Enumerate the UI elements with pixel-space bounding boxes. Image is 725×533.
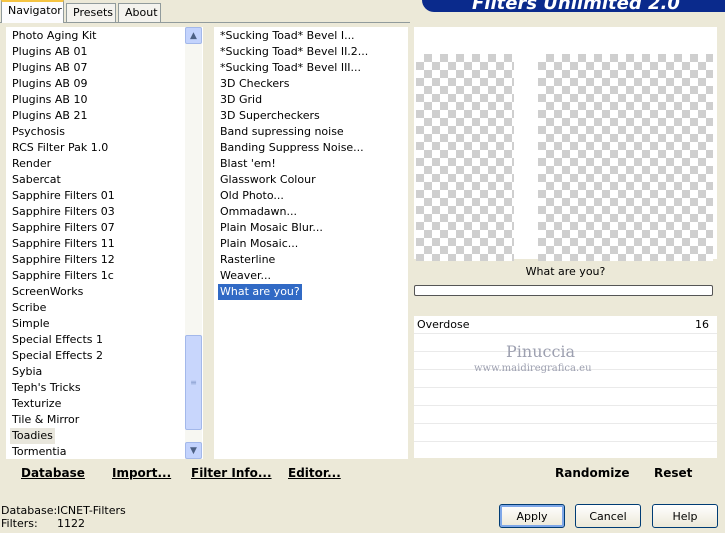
- category-list[interactable]: Photo Aging Kit Plugins AB 01 Plugins AB 0…: [6, 27, 203, 459]
- category-item[interactable]: Sapphire Filters 07: [12, 220, 115, 236]
- database-value: ICNET-Filters: [57, 504, 126, 517]
- filter-item[interactable]: 3D Supercheckers: [220, 108, 320, 124]
- parameter-label: Overdose: [417, 318, 470, 331]
- category-item[interactable]: RCS Filter Pak 1.0: [12, 140, 108, 156]
- category-item[interactable]: Plugins AB 10: [12, 92, 87, 108]
- category-item[interactable]: Tile & Mirror: [12, 412, 79, 428]
- parameter-area: Overdose 16 Pinuccia www.maidiregrafica.…: [414, 316, 717, 458]
- apply-button[interactable]: Apply: [499, 504, 565, 528]
- chevron-down-icon: ▼: [190, 445, 197, 456]
- category-item[interactable]: Texturize: [12, 396, 61, 412]
- category-item[interactable]: Simple: [12, 316, 50, 332]
- watermark-url: www.maidiregrafica.eu: [474, 363, 592, 374]
- category-item[interactable]: Sapphire Filters 03: [12, 204, 115, 220]
- parameter-row-empty: [414, 388, 717, 406]
- category-item[interactable]: Sapphire Filters 12: [12, 252, 115, 268]
- database-button[interactable]: Database: [21, 466, 85, 480]
- category-scrollbar[interactable]: ▲ ≡ ▼: [185, 27, 202, 459]
- filter-item[interactable]: Blast 'em!: [220, 156, 276, 172]
- parameter-row[interactable]: Overdose 16: [414, 316, 717, 334]
- app-title: Filters Unlimited 2.0: [472, 0, 680, 12]
- cancel-button[interactable]: Cancel: [575, 504, 641, 528]
- filter-item[interactable]: Weaver...: [220, 268, 271, 284]
- category-item[interactable]: Plugins AB 09: [12, 76, 87, 92]
- filter-item[interactable]: What are you?: [218, 284, 302, 300]
- filter-list[interactable]: *Sucking Toad* Bevel I... *Sucking Toad* …: [214, 27, 408, 459]
- category-item[interactable]: Plugins AB 07: [12, 60, 87, 76]
- filter-info-button[interactable]: Filter Info...: [191, 466, 272, 480]
- chevron-up-icon: ▲: [190, 30, 197, 41]
- category-item[interactable]: Special Effects 1: [12, 332, 103, 348]
- preview-result: [538, 54, 713, 261]
- category-item[interactable]: Plugins AB 01: [12, 44, 87, 60]
- category-item[interactable]: Toadies: [10, 428, 55, 444]
- category-item[interactable]: ScreenWorks: [12, 284, 83, 300]
- preview-pane: [414, 27, 717, 261]
- tab-presets[interactable]: Presets: [66, 3, 116, 22]
- filter-item[interactable]: *Sucking Toad* Bevel II.2...: [220, 44, 368, 60]
- parameter-row-empty: [414, 424, 717, 442]
- progress-bar: [414, 285, 713, 296]
- category-item[interactable]: Sapphire Filters 1c: [12, 268, 114, 284]
- parameter-row-empty: [414, 442, 717, 460]
- filter-item[interactable]: 3D Grid: [220, 92, 262, 108]
- category-item[interactable]: Sabercat: [12, 172, 61, 188]
- filter-item[interactable]: Rasterline: [220, 252, 275, 268]
- category-item[interactable]: Psychosis: [12, 124, 65, 140]
- filter-item[interactable]: Plain Mosaic Blur...: [220, 220, 323, 236]
- category-item[interactable]: Tormentia: [12, 444, 66, 459]
- editor-button[interactable]: Editor...: [288, 466, 341, 480]
- tab-navigator[interactable]: Navigator: [1, 0, 64, 23]
- filter-item[interactable]: *Sucking Toad* Bevel III...: [220, 60, 361, 76]
- category-item[interactable]: Scribe: [12, 300, 46, 316]
- filter-item[interactable]: *Sucking Toad* Bevel I...: [220, 28, 355, 44]
- help-button[interactable]: Help: [652, 504, 718, 528]
- parameter-value: 16: [695, 318, 709, 331]
- grip-icon: ≡: [190, 378, 197, 387]
- category-item[interactable]: Photo Aging Kit: [12, 28, 96, 44]
- parameter-row-empty: [414, 406, 717, 424]
- filters-count-label: Filters:: [1, 517, 38, 530]
- filter-name-label: What are you?: [525, 265, 606, 278]
- category-item[interactable]: Teph's Tricks: [12, 380, 81, 396]
- category-item[interactable]: Sapphire Filters 11: [12, 236, 115, 252]
- randomize-button[interactable]: Randomize: [555, 466, 629, 480]
- scroll-down-button[interactable]: ▼: [185, 442, 202, 459]
- tab-about[interactable]: About: [118, 3, 161, 22]
- filter-item[interactable]: Old Photo...: [220, 188, 284, 204]
- filter-item[interactable]: Banding Suppress Noise...: [220, 140, 364, 156]
- preview-original: [416, 54, 514, 261]
- filter-item[interactable]: Glasswork Colour: [220, 172, 316, 188]
- database-label: Database:: [1, 504, 58, 517]
- filter-item[interactable]: Ommadawn...: [220, 204, 297, 220]
- watermark-title: Pinuccia: [506, 342, 576, 361]
- filter-item[interactable]: 3D Checkers: [220, 76, 289, 92]
- reset-button[interactable]: Reset: [654, 466, 692, 480]
- category-item[interactable]: Sybia: [12, 364, 42, 380]
- category-item[interactable]: Sapphire Filters 01: [12, 188, 115, 204]
- category-item[interactable]: Render: [12, 156, 51, 172]
- scroll-up-button[interactable]: ▲: [185, 27, 202, 44]
- filter-item[interactable]: Plain Mosaic...: [220, 236, 298, 252]
- filter-item[interactable]: Band supressing noise: [220, 124, 344, 140]
- category-item[interactable]: Special Effects 2: [12, 348, 103, 364]
- category-item[interactable]: Plugins AB 21: [12, 108, 87, 124]
- import-button[interactable]: Import...: [112, 466, 171, 480]
- title-banner: Filters Unlimited 2.0: [422, 0, 725, 12]
- scroll-thumb[interactable]: ≡: [185, 335, 202, 430]
- filters-count-value: 1122: [57, 517, 85, 530]
